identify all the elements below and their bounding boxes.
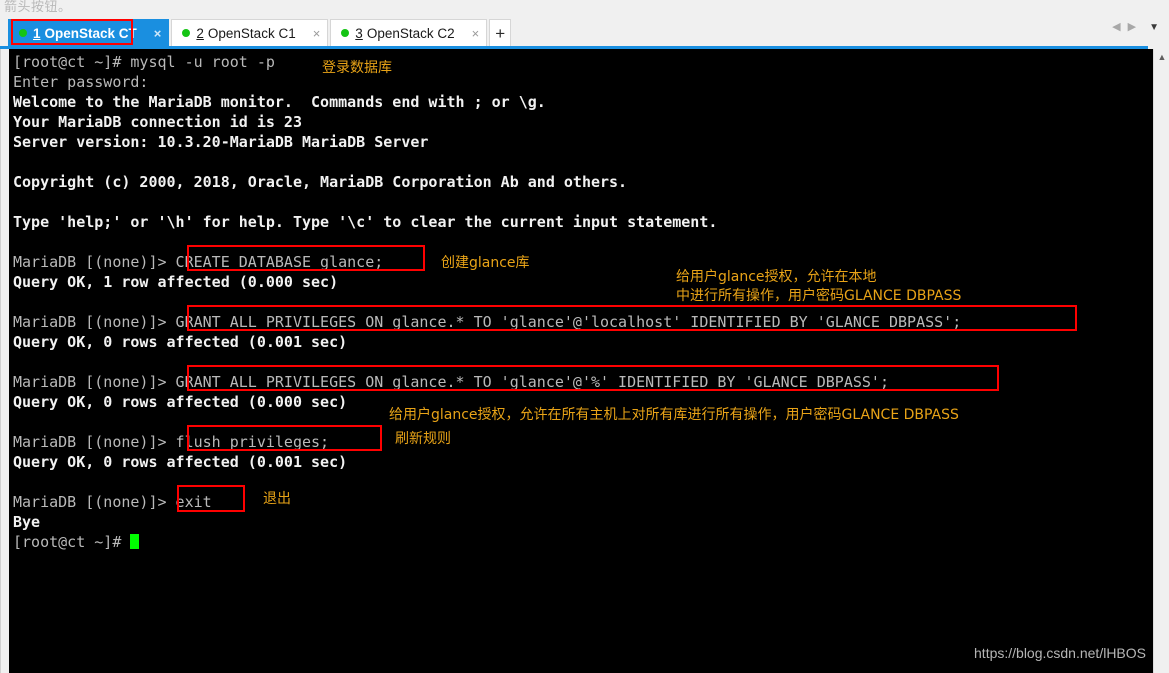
terminal-prompt-line: [root@ct ~]# bbox=[13, 532, 1154, 552]
terminal-line: MariaDB [(none)]> exit bbox=[13, 493, 212, 511]
vertical-scrollbar[interactable]: ▲ bbox=[1153, 49, 1169, 673]
tab-list: 1 OpenStack CT × 2 OpenStack C1 × 3 Open… bbox=[8, 17, 512, 46]
tab-menu-chevron-down-icon[interactable]: ▼ bbox=[1149, 22, 1159, 33]
terminal-line: Bye bbox=[13, 513, 41, 531]
tab-opensstack-ct[interactable]: 1 OpenStack CT × bbox=[8, 19, 170, 46]
terminal-tab-bar: 1 OpenStack CT × 2 OpenStack C1 × 3 Open… bbox=[0, 17, 1169, 46]
annotation-exit: 退出 bbox=[263, 491, 291, 507]
app-window: 箭头按钮。 1 OpenStack CT × 2 OpenStack C1 × … bbox=[0, 0, 1169, 673]
terminal-screen[interactable]: [root@ct ~]# mysql -u root -p Enter pass… bbox=[9, 49, 1154, 673]
tab-close-icon[interactable]: × bbox=[310, 27, 324, 40]
tab-label: OpenStack C2 bbox=[366, 25, 455, 41]
tab-number: 1 bbox=[33, 25, 41, 41]
tab-status-dot-icon bbox=[182, 29, 191, 37]
scrollbar-up-arrow-icon[interactable]: ▲ bbox=[1154, 51, 1169, 63]
page-top-partial-text: 箭头按钮。 bbox=[4, 0, 72, 12]
tab-number: 2 bbox=[196, 25, 204, 41]
tab-opensstack-c1[interactable]: 2 OpenStack C1 × bbox=[171, 19, 329, 46]
tab-opensstack-c2[interactable]: 3 OpenStack C2 × bbox=[330, 19, 488, 46]
terminal-line: Copyright (c) 2000, 2018, Oracle, MariaD… bbox=[13, 173, 628, 191]
tab-status-dot-icon bbox=[341, 29, 350, 37]
terminal-line: MariaDB [(none)]> flush privileges; bbox=[13, 433, 330, 451]
terminal-panel: [root@ct ~]# mysql -u root -p Enter pass… bbox=[0, 49, 1154, 673]
annotation-grant-all-hosts: 给用户glance授权，允许在所有主机上对所有库进行所有操作，用户密码GLANC… bbox=[389, 407, 959, 423]
annotation-grant-localhost-line1: 给用户glance授权，允许在本地 bbox=[676, 269, 877, 285]
annotation-flush-rules: 刷新规则 bbox=[395, 431, 451, 447]
tab-close-icon[interactable]: × bbox=[151, 27, 165, 40]
annotation-login-database: 登录数据库 bbox=[322, 60, 392, 76]
annotation-grant-localhost-line2: 中进行所有操作，用户密码GLANCE DBPASS bbox=[676, 288, 962, 304]
tab-scroll-right-icon[interactable]: ▶ bbox=[1128, 22, 1136, 33]
terminal-line: Query OK, 0 rows affected (0.001 sec) bbox=[13, 333, 348, 351]
tab-scroll-left-icon[interactable]: ◀ bbox=[1112, 22, 1120, 33]
tab-status-dot-icon bbox=[19, 29, 27, 37]
new-tab-button[interactable]: + bbox=[489, 19, 512, 46]
terminal-text-area: [root@ct ~]# mysql -u root -p Enter pass… bbox=[13, 52, 1154, 673]
terminal-line: Query OK, 1 row affected (0.000 sec) bbox=[13, 273, 339, 291]
terminal-line: Your MariaDB connection id is 23 bbox=[13, 113, 302, 131]
tab-navigation-controls: ◀ ▶ ▼ bbox=[1112, 22, 1159, 33]
terminal-cursor bbox=[130, 534, 140, 549]
annotation-create-glance-db: 创建glance库 bbox=[441, 255, 530, 271]
tab-number: 3 bbox=[355, 25, 363, 41]
terminal-line: [root@ct ~]# mysql -u root -p bbox=[13, 53, 275, 71]
watermark-url: https://blog.csdn.net/lHBOS bbox=[974, 645, 1146, 661]
terminal-line: MariaDB [(none)]> CREATE DATABASE glance… bbox=[13, 253, 384, 271]
terminal-line: MariaDB [(none)]> GRANT ALL PRIVILEGES O… bbox=[13, 313, 962, 331]
terminal-line: Welcome to the MariaDB monitor. Commands… bbox=[13, 93, 546, 111]
terminal-line: Server version: 10.3.20-MariaDB MariaDB … bbox=[13, 133, 429, 151]
tab-label: OpenStack C1 bbox=[207, 25, 296, 41]
terminal-prompt-text: [root@ct ~]# bbox=[13, 533, 131, 551]
terminal-line: Type 'help;' or '\h' for help. Type '\c'… bbox=[13, 213, 718, 231]
tab-label: OpenStack CT bbox=[44, 25, 137, 41]
terminal-line: Query OK, 0 rows affected (0.001 sec) bbox=[13, 453, 348, 471]
terminal-line: MariaDB [(none)]> GRANT ALL PRIVILEGES O… bbox=[13, 373, 889, 391]
terminal-line: Enter password: bbox=[13, 73, 149, 91]
tab-close-icon[interactable]: × bbox=[469, 27, 483, 40]
